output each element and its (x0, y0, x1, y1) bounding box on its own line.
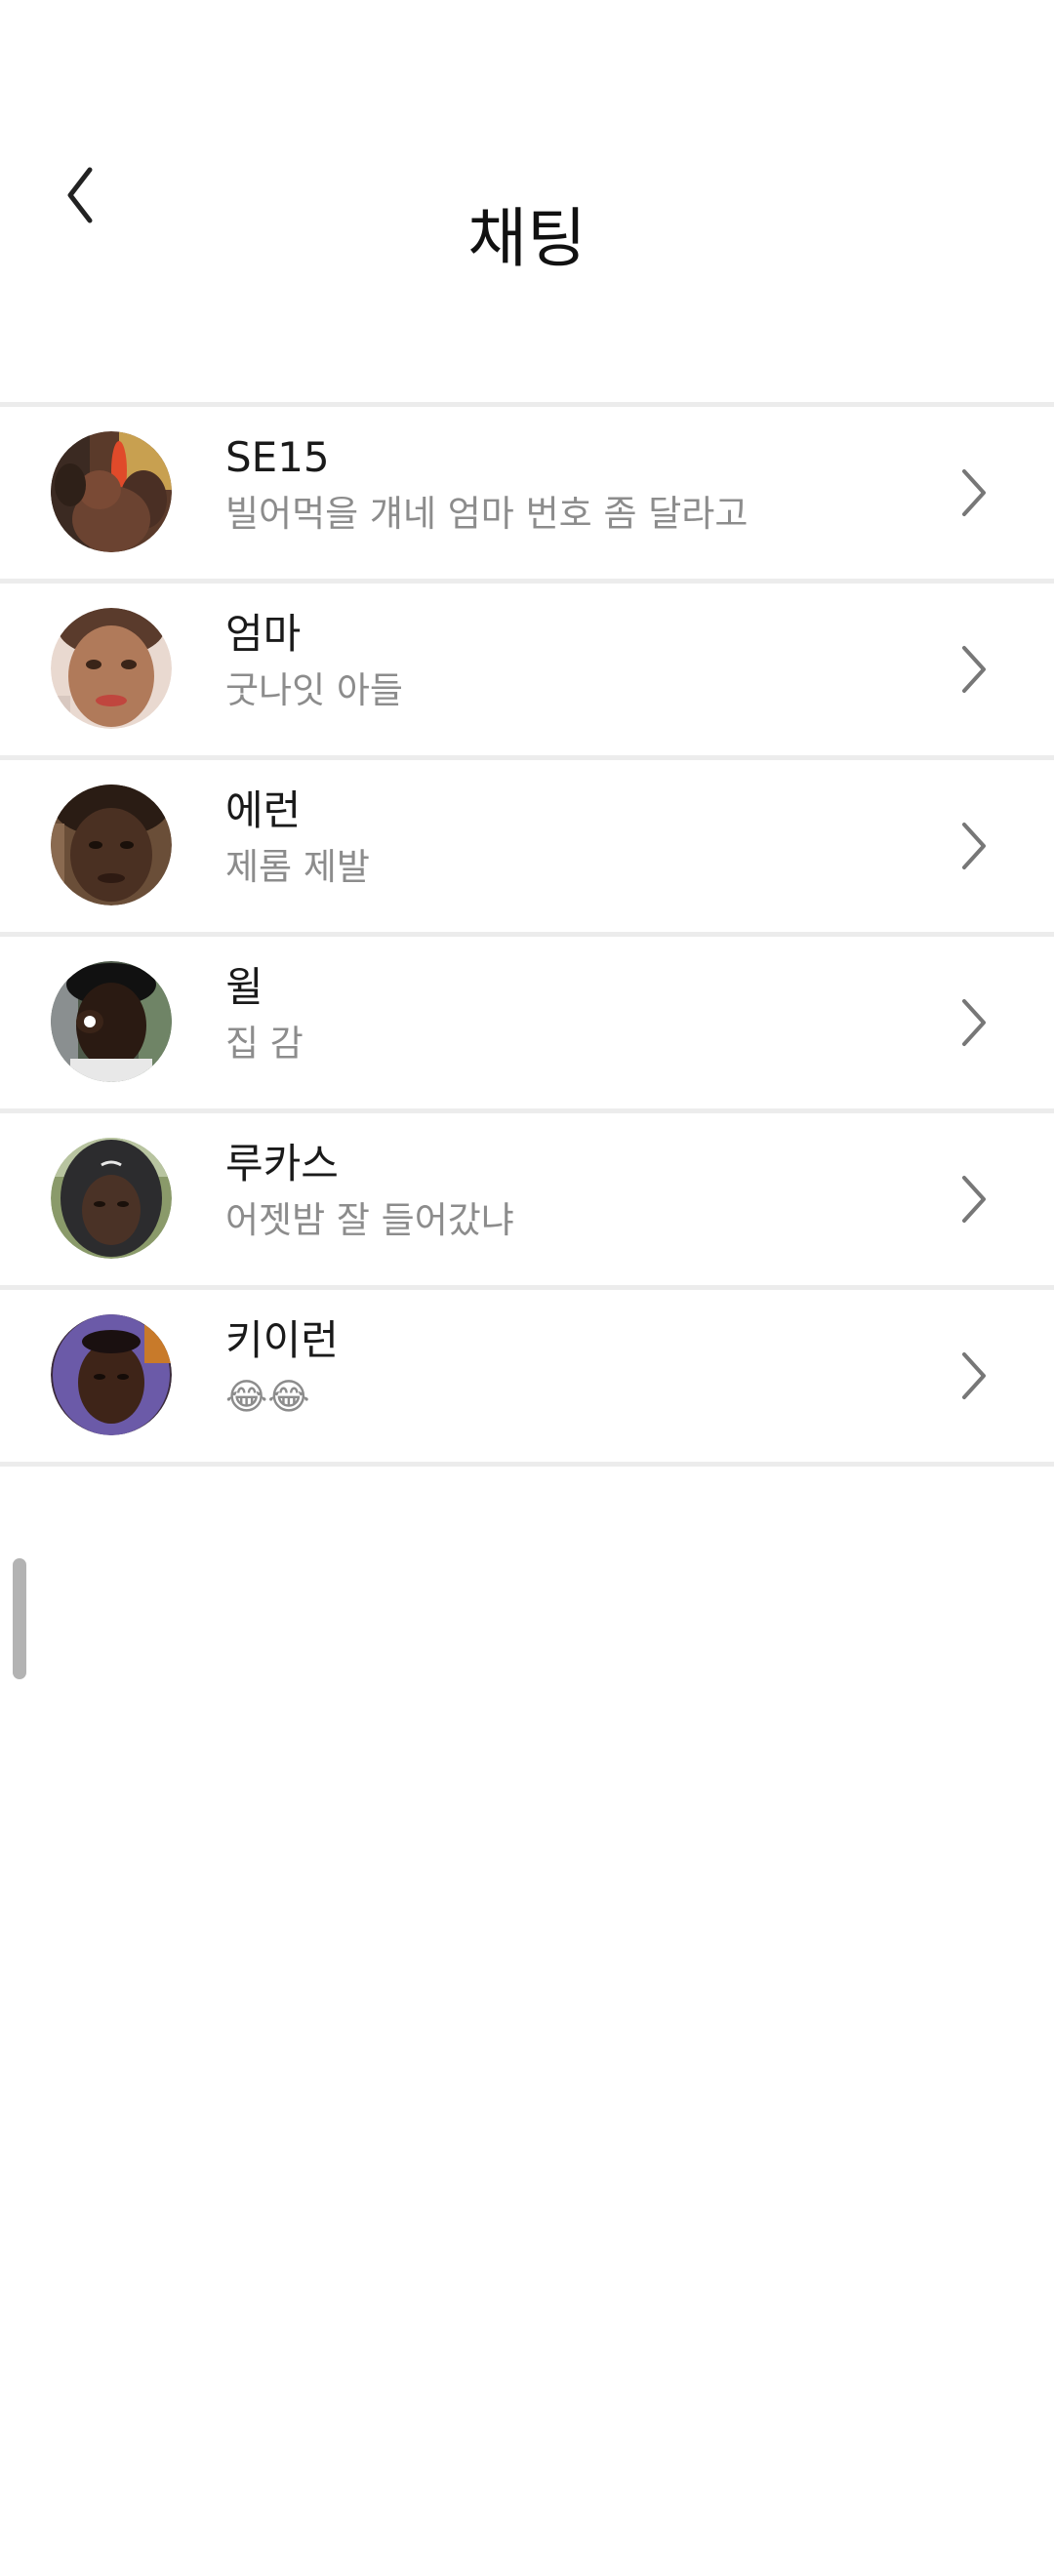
chevron-right-icon (956, 1172, 992, 1227)
chat-list-item[interactable]: SE15 빌어먹을 걔네 엄마 번호 좀 달라고 (0, 407, 1054, 584)
contact-avatar (51, 1314, 172, 1435)
chat-name: 루카스 (225, 1140, 339, 1187)
contact-avatar (51, 961, 172, 1082)
chat-list: SE15 빌어먹을 걔네 엄마 번호 좀 달라고 엄마 굿나잇 아들 에런 제롬… (0, 402, 1054, 1467)
chat-list-item[interactable]: 윌 집 감 (0, 937, 1054, 1113)
chat-list-item[interactable]: 키이런 😂😂 (0, 1290, 1054, 1467)
chat-list-item[interactable]: 엄마 굿나잇 아들 (0, 584, 1054, 760)
chat-name: 키이런 (225, 1316, 339, 1364)
contact-avatar (51, 785, 172, 906)
chevron-right-icon (956, 995, 992, 1050)
chat-preview: 빌어먹을 걔네 엄마 번호 좀 달라고 (225, 493, 749, 535)
contact-avatar (51, 1138, 172, 1259)
chevron-right-icon (956, 465, 992, 520)
chat-preview: 집 감 (225, 1023, 304, 1065)
chat-name: SE15 (225, 433, 330, 481)
scrollbar[interactable] (13, 1558, 26, 1679)
chevron-right-icon (956, 1348, 992, 1403)
chat-preview: 어젯밤 잘 들어갔냐 (225, 1199, 514, 1241)
contact-avatar (51, 431, 172, 552)
chevron-right-icon (956, 642, 992, 697)
chat-list-item[interactable]: 에런 제롬 제발 (0, 760, 1054, 937)
page-title: 채팅 (467, 201, 587, 276)
chat-preview: 😂😂 (225, 1376, 310, 1418)
chat-name: 엄마 (225, 610, 302, 658)
app-header: 채팅 (0, 0, 1054, 400)
chat-list-item[interactable]: 루카스 어젯밤 잘 들어갔냐 (0, 1113, 1054, 1290)
chevron-right-icon (956, 819, 992, 873)
chat-preview: 제롬 제발 (225, 846, 370, 888)
chat-preview: 굿나잇 아들 (225, 669, 403, 711)
contact-avatar (51, 608, 172, 729)
chat-name: 에런 (225, 786, 302, 834)
chat-name: 윌 (225, 963, 264, 1011)
